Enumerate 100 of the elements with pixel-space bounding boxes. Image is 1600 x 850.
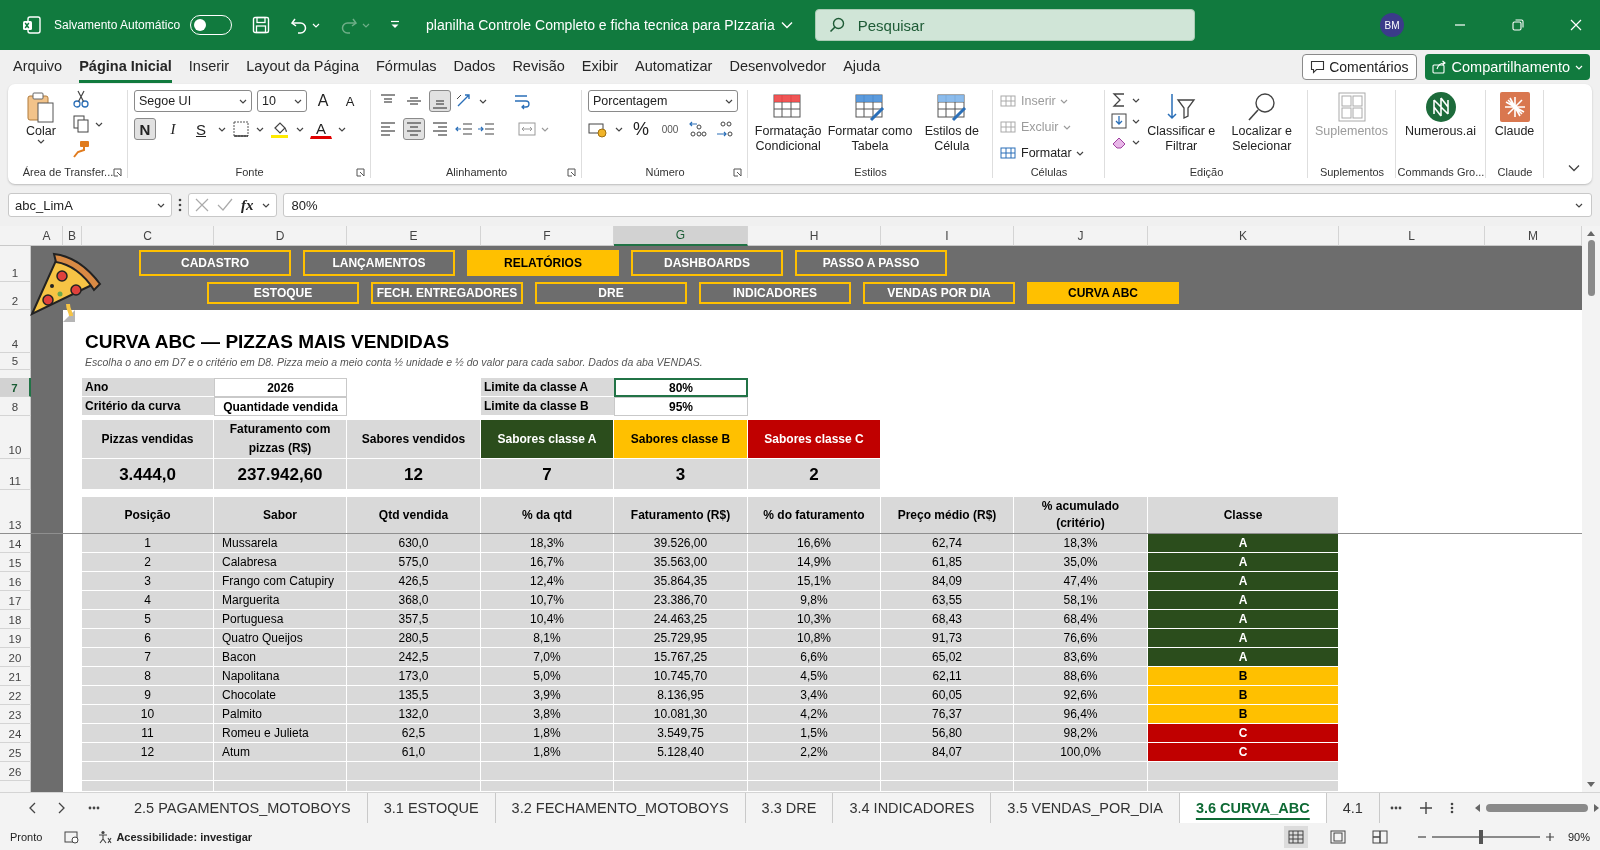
more-options-icon[interactable] xyxy=(178,198,182,212)
autosum-icon[interactable] xyxy=(1111,92,1127,108)
scroll-up-icon[interactable] xyxy=(1587,230,1595,236)
shrink-font-button[interactable]: A xyxy=(339,90,361,112)
zoom-level[interactable]: 90% xyxy=(1567,830,1590,843)
decrease-decimal-icon[interactable] xyxy=(715,120,735,138)
nav-button[interactable]: INDICADORES xyxy=(699,282,851,304)
parameter-cell[interactable]: Quantidade vendida xyxy=(214,397,347,416)
zoom-in-icon[interactable] xyxy=(1545,832,1554,841)
more-options-icon[interactable] xyxy=(1449,802,1454,814)
ribbon-tab[interactable]: Dados xyxy=(453,51,496,83)
borders-icon[interactable] xyxy=(232,120,250,138)
ribbon-tab[interactable]: Exibir xyxy=(581,51,619,83)
caret-icon[interactable] xyxy=(1132,139,1140,145)
ribbon-tab[interactable]: Layout da Página xyxy=(246,51,359,83)
formula-field[interactable]: 80% xyxy=(282,193,1592,217)
collapse-ribbon-icon[interactable] xyxy=(1568,164,1580,172)
ribbon-tab[interactable]: Revisão xyxy=(512,51,565,83)
macro-recorder-icon[interactable] xyxy=(64,829,81,844)
underline-button[interactable]: S xyxy=(190,118,212,140)
styles-button[interactable]: Formatação Condicional xyxy=(754,90,823,154)
sort-filter-button[interactable]: Classificar e Filtrar xyxy=(1146,90,1217,154)
caret-icon[interactable] xyxy=(1575,202,1583,208)
ribbon-tab[interactable]: Fórmulas xyxy=(376,51,437,83)
scroll-thumb[interactable] xyxy=(1485,804,1588,812)
parameter-cell[interactable]: 2026 xyxy=(214,378,347,397)
row-header[interactable]: 7 xyxy=(0,378,31,397)
nav-button[interactable]: CURVA ABC xyxy=(1027,282,1179,304)
share-button[interactable]: Compartilhamento xyxy=(1424,54,1590,80)
scroll-thumb[interactable] xyxy=(1587,240,1595,296)
grow-font-button[interactable]: A xyxy=(312,90,334,112)
sheet-tab[interactable]: 3.6 CURVA_ABC xyxy=(1179,793,1327,823)
caret-icon[interactable] xyxy=(294,98,302,104)
page-layout-icon[interactable] xyxy=(1329,829,1346,844)
copy-icon[interactable] xyxy=(72,115,90,133)
paste-button[interactable]: Colar xyxy=(24,90,58,144)
currency-icon[interactable] xyxy=(588,120,608,138)
number-format-field[interactable]: Porcentagem xyxy=(588,90,738,112)
font-family-field[interactable]: Segoe UI xyxy=(134,90,252,112)
nav-button[interactable]: DASHBOARDS xyxy=(631,250,783,276)
numerous-button[interactable]: Numerous.ai xyxy=(1402,90,1479,139)
restore-icon[interactable] xyxy=(1512,19,1524,31)
nav-button[interactable]: LANÇAMENTOS xyxy=(303,250,455,276)
cells-button[interactable]: Formatar xyxy=(999,142,1084,164)
ribbon-tab[interactable]: Ajuda xyxy=(843,51,881,83)
styles-button[interactable]: Formatar como Tabela xyxy=(826,90,914,154)
caret-icon[interactable] xyxy=(1132,97,1140,103)
document-title[interactable]: planilha Controle Completo e ficha tecnica para PIzzaria xyxy=(426,17,775,33)
format-painter-icon[interactable] xyxy=(72,140,90,158)
caret-icon[interactable] xyxy=(1075,150,1084,156)
ribbon-tab[interactable]: Automatizar xyxy=(635,51,713,83)
nav-button[interactable]: PASSO A PASSO xyxy=(795,250,947,276)
accessibility-status[interactable]: Acessibilidade: investigar xyxy=(116,830,253,843)
caret-icon[interactable] xyxy=(239,98,247,104)
dialog-launcher-icon[interactable] xyxy=(356,167,365,177)
nav-button[interactable]: VENDAS POR DIA xyxy=(863,282,1015,304)
caret-icon[interactable] xyxy=(157,202,165,208)
scroll-left-icon[interactable] xyxy=(1473,804,1480,812)
bold-button[interactable]: N xyxy=(134,118,156,140)
ribbon-tab[interactable]: Desenvolvedor xyxy=(729,51,827,83)
scissors-icon[interactable] xyxy=(72,90,90,108)
column-header[interactable]: G xyxy=(614,226,748,246)
page-break-icon[interactable] xyxy=(1371,829,1388,844)
insert-function-button[interactable]: fx xyxy=(241,196,254,214)
fill-down-icon[interactable] xyxy=(1111,113,1127,129)
limit-cell[interactable]: 80% xyxy=(614,378,748,397)
caret-icon[interactable] xyxy=(296,126,304,132)
dialog-launcher-icon[interactable] xyxy=(113,167,122,177)
customize-icon[interactable] xyxy=(390,20,401,30)
font-color-button[interactable]: A xyxy=(310,119,332,139)
more-sheets-icon[interactable] xyxy=(1389,806,1402,810)
styles-button[interactable]: Estilos de Célula xyxy=(917,90,986,154)
previous-sheet-icon[interactable] xyxy=(28,802,36,814)
check-icon[interactable] xyxy=(217,198,233,212)
caret-icon[interactable] xyxy=(256,126,264,132)
add-sheet-icon[interactable] xyxy=(1419,802,1432,814)
scroll-right-icon[interactable] xyxy=(1594,804,1600,812)
wrap-text-icon[interactable] xyxy=(513,92,533,110)
thousands-button[interactable]: 000 xyxy=(659,118,681,140)
save-icon[interactable] xyxy=(252,16,271,34)
percent-button[interactable]: % xyxy=(630,118,652,140)
increase-decimal-icon[interactable] xyxy=(688,120,708,138)
next-sheet-icon[interactable] xyxy=(58,802,66,814)
caret-icon[interactable] xyxy=(37,139,45,144)
normal-view-icon[interactable] xyxy=(1287,829,1304,844)
chevron-down-icon[interactable] xyxy=(780,21,793,29)
nav-button[interactable]: ESTOQUE xyxy=(207,282,359,304)
search-field[interactable]: Pesquisar xyxy=(814,9,1195,41)
undo-icon[interactable] xyxy=(290,16,309,34)
limit-cell[interactable]: 95% xyxy=(614,397,748,416)
scroll-down-icon[interactable] xyxy=(1587,782,1595,788)
caret-icon[interactable] xyxy=(95,121,103,127)
caret-icon[interactable] xyxy=(261,202,270,208)
decrease-indent-icon[interactable] xyxy=(455,120,473,138)
caret-icon[interactable] xyxy=(725,98,733,104)
nav-button[interactable]: FECH. ENTREGADORES xyxy=(371,282,523,304)
caret-icon[interactable] xyxy=(1132,118,1140,124)
find-select-button[interactable]: Localizar e Selecionar xyxy=(1222,90,1301,154)
dialog-launcher-icon[interactable] xyxy=(733,167,742,177)
accessibility-icon[interactable] xyxy=(98,829,113,844)
